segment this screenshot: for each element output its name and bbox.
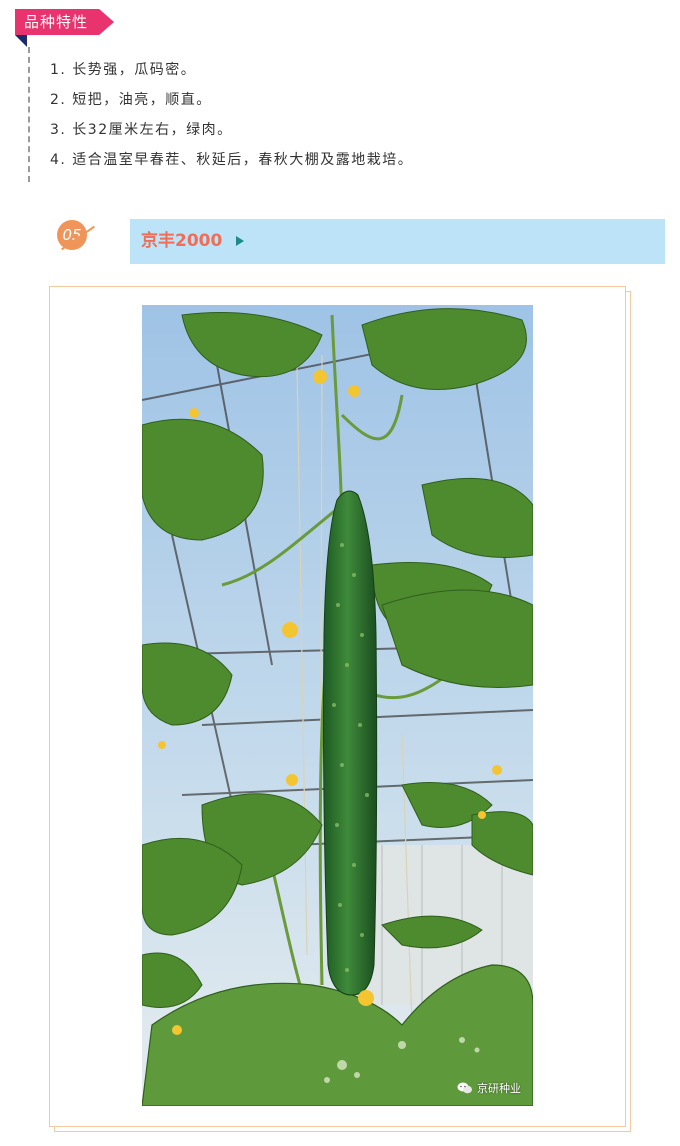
- feature-item: 4. 适合温室早春茬、秋延后，春秋大棚及露地栽培。: [50, 152, 414, 168]
- watermark: 京研种业: [457, 1080, 521, 1096]
- dashed-divider: [28, 47, 30, 182]
- tag-fold-decoration: [15, 35, 27, 47]
- watermark-text: 京研种业: [477, 1082, 521, 1095]
- cucumber-photo: 京研种业: [142, 305, 533, 1106]
- wechat-icon: [457, 1082, 472, 1094]
- section-tag: 品种特性: [15, 9, 114, 35]
- feature-item: 1. 长势强，瓜码密。: [50, 62, 197, 78]
- feature-list: 1. 长势强，瓜码密。 2. 短把，油亮，顺直。 3. 长32厘米左右，绿肉。 …: [50, 55, 413, 175]
- feature-item: 2. 短把，油亮，顺直。: [50, 92, 212, 108]
- feature-item: 3. 长32厘米左右，绿肉。: [50, 122, 233, 138]
- cucumber-plant-illustration: [142, 305, 533, 1106]
- variety-title: 京丰2000: [141, 231, 223, 251]
- play-arrow-icon: [236, 236, 244, 246]
- variety-title-bar: 京丰2000: [130, 219, 665, 264]
